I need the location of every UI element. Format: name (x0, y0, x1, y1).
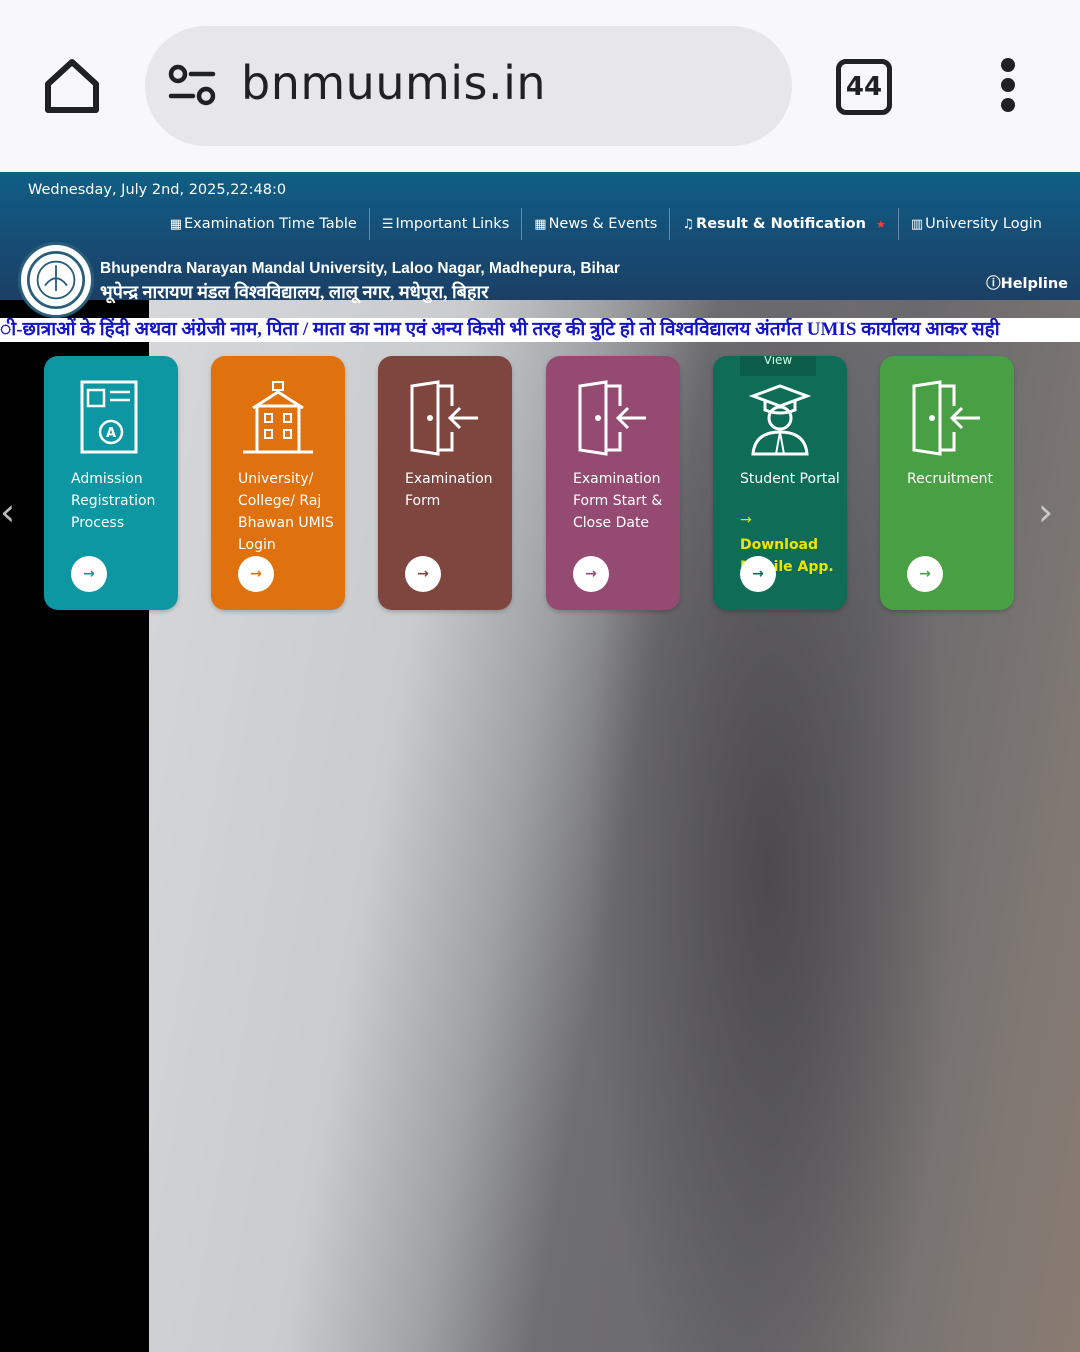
browser-toolbar: bnmuumis.in 44 (0, 0, 1080, 172)
background-image (149, 172, 1080, 1352)
admission-form-icon: A (80, 380, 138, 454)
card-recruitment[interactable]: Recruitment → (880, 356, 1014, 610)
calendar-icon: ▦ (534, 216, 547, 232)
current-datetime: Wednesday, July 2nd, 2025,22:48:0 (28, 182, 287, 198)
arrow-right-icon[interactable]: → (907, 556, 943, 592)
info-icon: ⓘ (986, 276, 1001, 292)
card-admission-registration[interactable]: A Admission Registration Process → (44, 356, 178, 610)
building-icon (243, 381, 313, 454)
university-icon: ▥ (910, 216, 924, 232)
nav-university-login[interactable]: ▥ University Login (899, 208, 1054, 240)
university-name-hindi[interactable]: भूपेन्द्र नारायण मंडल विश्वविद्यालय, लाल… (100, 280, 489, 304)
bell-icon: ♫ (682, 216, 695, 232)
nav-result-notification[interactable]: ♫ Result & Notification ★ (670, 208, 899, 240)
site-header: Wednesday, July 2nd, 2025,22:48:0 ▦ Exami… (0, 172, 1080, 318)
university-logo[interactable] (18, 242, 94, 318)
home-icon[interactable] (38, 52, 106, 120)
card-examination-form[interactable]: Examination Form → (378, 356, 512, 610)
arrow-right-icon: → (740, 512, 752, 528)
door-enter-icon (912, 380, 980, 456)
calendar-icon: ▦ (169, 216, 183, 232)
arrow-right-icon[interactable]: → (238, 556, 274, 592)
arrow-right-icon[interactable]: → (573, 556, 609, 592)
slider-prev-icon[interactable]: ‹ (0, 492, 26, 532)
arrow-right-icon[interactable]: → (405, 556, 441, 592)
site-settings-icon[interactable] (167, 64, 219, 108)
helpline-link[interactable]: ⓘHelpline (986, 272, 1068, 293)
door-enter-icon (410, 380, 478, 456)
url-text[interactable]: bnmuumis.in (241, 56, 546, 110)
card-umis-login[interactable]: University/ College/ Raj Bhawan UMIS Log… (211, 356, 345, 610)
arrow-right-icon[interactable]: → (71, 556, 107, 592)
nav-examination-time-table[interactable]: ▦ Examination Time Table (158, 208, 370, 240)
graduate-icon (748, 384, 812, 456)
slider-next-icon[interactable]: › (1038, 492, 1068, 532)
overflow-menu-icon[interactable] (994, 58, 1022, 118)
brand-row: Bhupendra Narayan Mandal University, Lal… (0, 240, 1080, 318)
card-title: Student Portal (740, 471, 840, 487)
card-student-portal[interactable]: View Student Portal → Download Mobile Ap… (713, 356, 847, 610)
list-icon: ☰ (381, 216, 394, 232)
university-name-english[interactable]: Bhupendra Narayan Mandal University, Lal… (100, 260, 620, 278)
web-page: Wednesday, July 2nd, 2025,22:48:0 ▦ Exami… (0, 172, 1080, 1352)
card-title: Recruitment (907, 471, 994, 487)
notice-marquee: ी-छात्राओं के हिंदी अथवा अंग्रेजी नाम, प… (0, 318, 1080, 342)
address-bar[interactable]: bnmuumis.in (145, 26, 792, 146)
marquee-text: ी-छात्राओं के हिंदी अथवा अंग्रेजी नाम, प… (0, 319, 1000, 340)
view-tab[interactable]: View (740, 356, 816, 376)
card-title: Examination Form Start & Close Date (573, 471, 663, 531)
nav-news-events[interactable]: ▦ News & Events (522, 208, 671, 240)
svg-text:A: A (106, 426, 116, 441)
card-title: Admission Registration Process (71, 471, 156, 531)
background-left (0, 172, 150, 1352)
card-exam-form-dates[interactable]: Examination Form Start & Close Date → (546, 356, 680, 610)
arrow-right-icon[interactable]: → (740, 556, 776, 592)
door-enter-icon (578, 380, 646, 456)
nav-important-links[interactable]: ☰ Important Links (370, 208, 523, 240)
card-title: Examination Form (405, 471, 493, 509)
card-title: University/ College/ Raj Bhawan UMIS Log… (238, 471, 334, 553)
tab-switcher-button[interactable]: 44 (836, 59, 892, 115)
new-badge-icon: ★ (875, 217, 886, 231)
top-navigation: ▦ Examination Time Table ☰ Important Links… (158, 208, 1054, 240)
